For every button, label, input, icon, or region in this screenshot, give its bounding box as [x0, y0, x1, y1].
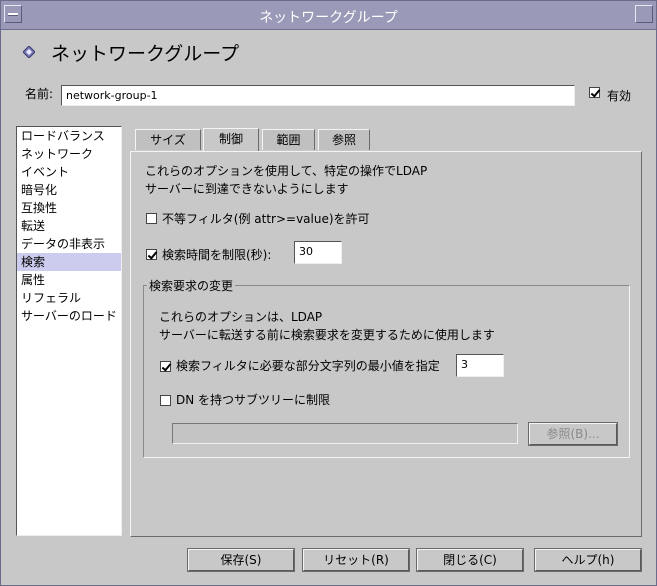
- sidebar-item-encryption[interactable]: 暗号化: [17, 181, 121, 199]
- dialog-window: ネットワークグループ ネットワークグループ 名前: 有効 ロードバランス ネット…: [0, 0, 657, 586]
- sidebar-item-search[interactable]: 検索: [17, 253, 121, 271]
- min-substring-label: 検索フィルタに必要な部分文字列の最小値を指定: [176, 359, 440, 373]
- close-button[interactable]: 閉じる(C): [416, 548, 524, 572]
- tab-control[interactable]: 制御: [203, 128, 259, 151]
- browse-button: 参照(B)...: [528, 422, 618, 446]
- name-input[interactable]: [61, 85, 575, 106]
- page-title: ネットワークグループ: [51, 43, 240, 65]
- sidebar-item-event[interactable]: イベント: [17, 163, 121, 181]
- subtree-dn-input: [172, 423, 518, 444]
- help-button[interactable]: ヘルプ(h): [534, 548, 642, 572]
- search-request-group-title: 検索要求の変更: [147, 277, 236, 294]
- save-button[interactable]: 保存(S): [187, 548, 295, 572]
- sidebar-item-forwarding[interactable]: 転送: [17, 217, 121, 235]
- min-substring-input[interactable]: 3: [456, 354, 504, 377]
- tab-size[interactable]: サイズ: [135, 129, 201, 150]
- window-control-button[interactable]: [635, 5, 653, 23]
- panel-description-line2: サーバーに到達できないようにします: [145, 182, 349, 196]
- limit-subtree-checkbox[interactable]: [160, 395, 171, 406]
- window-title: ネットワークグループ: [259, 10, 398, 26]
- name-label: 名前:: [25, 87, 54, 101]
- group-description-line2: サーバーに転送する前に検索要求を変更するために使用します: [159, 328, 495, 342]
- sidebar-item-data-hiding[interactable]: データの非表示: [17, 235, 121, 253]
- panel-description-line1: これらのオプションを使用して、特定の操作でLDAP: [145, 164, 428, 178]
- sidebar-item-network[interactable]: ネットワーク: [17, 145, 121, 163]
- sidebar-item-load-balance[interactable]: ロードバランス: [17, 127, 121, 145]
- limit-search-time-label: 検索時間を制限(秒):: [162, 248, 272, 262]
- sidebar-item-attributes[interactable]: 属性: [17, 271, 121, 289]
- search-time-input[interactable]: 30: [294, 241, 342, 264]
- tab-reference[interactable]: 参照: [318, 129, 370, 150]
- category-list[interactable]: ロードバランス ネットワーク イベント 暗号化 互換性 転送 データの非表示 検…: [16, 126, 122, 536]
- title-bar[interactable]: ネットワークグループ: [1, 1, 656, 30]
- enabled-checkbox[interactable]: [589, 87, 600, 98]
- sidebar-item-referral[interactable]: リフェラル: [17, 289, 121, 307]
- limit-search-time-checkbox[interactable]: [146, 249, 157, 260]
- network-group-icon: [23, 46, 35, 58]
- allow-inequality-label: 不等フィルタ(例 attr>=value)を許可: [162, 212, 370, 226]
- sidebar-item-compatibility[interactable]: 互換性: [17, 199, 121, 217]
- min-substring-checkbox[interactable]: [160, 361, 171, 372]
- sidebar-item-server-load[interactable]: サーバーのロード: [17, 307, 121, 325]
- allow-inequality-checkbox[interactable]: [146, 213, 157, 224]
- tab-range[interactable]: 範囲: [262, 129, 315, 150]
- enabled-label: 有効: [607, 89, 632, 103]
- group-description-line1: これらのオプションは、LDAP: [159, 310, 323, 324]
- limit-subtree-label: DN を持つサブツリーに制限: [176, 393, 331, 407]
- reset-button[interactable]: リセット(R): [302, 548, 410, 572]
